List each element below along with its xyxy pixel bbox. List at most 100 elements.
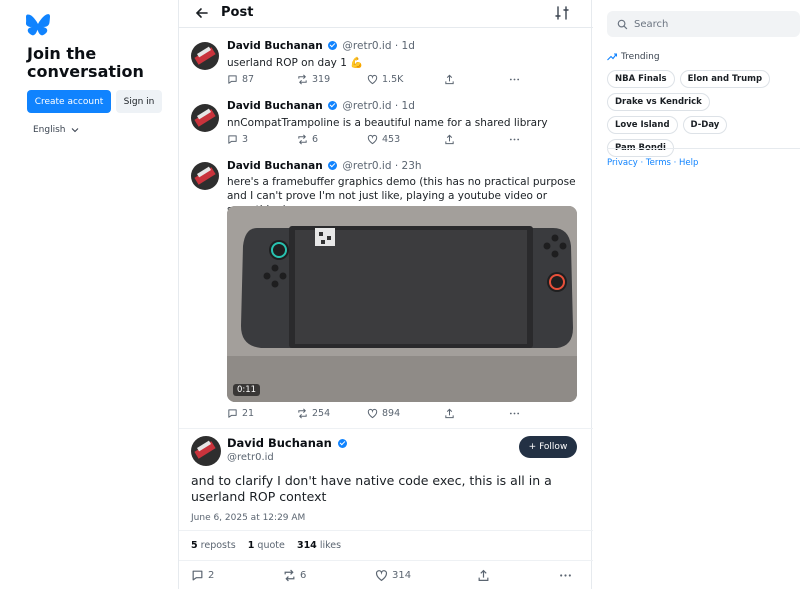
- butterfly-logo-icon[interactable]: [26, 14, 50, 36]
- trending-chip[interactable]: NBA Finals: [607, 70, 675, 88]
- repost-count: 6: [312, 134, 319, 145]
- repost-button[interactable]: 319: [297, 74, 330, 85]
- search-box[interactable]: Search: [607, 11, 800, 37]
- post-header: David Buchanan @retr0.id · 23h: [227, 160, 422, 172]
- verified-icon: [328, 161, 338, 170]
- post-time: · 23h: [394, 160, 422, 172]
- terms-link[interactable]: Terms: [646, 158, 671, 168]
- trending-header: Trending: [607, 52, 660, 62]
- video-duration: 0:11: [233, 384, 261, 396]
- trending-chip[interactable]: Love Island: [607, 116, 678, 134]
- trending-chip[interactable]: Elon and Trump: [679, 70, 771, 88]
- reply-button[interactable]: 3: [227, 134, 248, 145]
- repost-button[interactable]: 254: [297, 408, 330, 419]
- reply-post-2[interactable]: David Buchanan @retr0.id · 1d nnCompatTr…: [179, 92, 593, 152]
- trending-list: NBA Finals Elon and Trump Drake vs Kendr…: [607, 70, 777, 157]
- repost-count: 319: [312, 74, 331, 85]
- avatar[interactable]: [191, 162, 219, 190]
- like-button[interactable]: 453: [367, 134, 400, 145]
- more-button[interactable]: [509, 408, 520, 419]
- like-count: 453: [382, 134, 401, 145]
- reply-icon: [228, 409, 237, 418]
- author-handle[interactable]: @retr0.id: [342, 40, 391, 52]
- reply-post-1[interactable]: David Buchanan @retr0.id · 1d userland R…: [179, 28, 593, 92]
- avatar[interactable]: [191, 104, 219, 132]
- video-player[interactable]: 0:11: [227, 206, 577, 402]
- like-icon: [367, 75, 378, 85]
- trending-chip[interactable]: Drake vs Kendrick: [607, 93, 710, 111]
- page-title: Post: [221, 5, 254, 20]
- main-post-actions: 2 6 314: [191, 569, 581, 583]
- post-header: David Buchanan @retr0.id · 1d: [227, 40, 415, 52]
- back-arrow-icon[interactable]: [194, 5, 210, 21]
- more-button[interactable]: [559, 569, 572, 582]
- search-input[interactable]: Search: [634, 19, 668, 30]
- more-icon: [509, 412, 520, 415]
- post-actions: 87 319 1.5K: [227, 74, 527, 88]
- privacy-link[interactable]: Privacy: [607, 158, 638, 168]
- repost-button[interactable]: 6: [297, 134, 318, 145]
- thread-column: Post David Buchanan @retr0.id · 1d userl…: [178, 0, 593, 589]
- post-text: nnCompatTrampoline is a beautiful name f…: [227, 117, 548, 129]
- divider: [179, 560, 593, 561]
- create-account-button[interactable]: Create account: [27, 90, 111, 113]
- repost-count: 254: [312, 408, 331, 419]
- filter-icon[interactable]: [554, 5, 570, 21]
- repost-button[interactable]: 6: [283, 569, 306, 582]
- main-author-name[interactable]: David Buchanan: [227, 436, 349, 450]
- like-icon: [376, 570, 387, 582]
- author-name[interactable]: David Buchanan: [227, 160, 323, 172]
- repost-icon: [298, 408, 307, 419]
- divider: [607, 148, 800, 149]
- footer-links: Privacy · Terms · Help: [607, 158, 699, 168]
- reply-icon: [228, 135, 237, 144]
- share-icon: [445, 408, 454, 419]
- language-select[interactable]: English: [33, 125, 79, 135]
- share-button[interactable]: [444, 408, 455, 419]
- more-button[interactable]: [509, 74, 520, 85]
- main-author-name-text: David Buchanan: [227, 436, 332, 450]
- main-author-handle[interactable]: @retr0.id: [227, 452, 274, 463]
- help-link[interactable]: Help: [679, 158, 698, 168]
- avatar[interactable]: [191, 42, 219, 70]
- follow-button[interactable]: + Follow: [519, 436, 577, 458]
- like-button[interactable]: 314: [375, 569, 411, 582]
- chevron-down-icon: [71, 128, 78, 133]
- share-button[interactable]: [477, 569, 490, 582]
- reply-button[interactable]: 2: [191, 569, 214, 582]
- reposts-stat[interactable]: 5 reposts: [191, 540, 236, 551]
- author-handle[interactable]: @retr0.id: [342, 160, 391, 172]
- like-button[interactable]: 1.5K: [367, 74, 403, 85]
- share-button[interactable]: [444, 134, 455, 145]
- repost-icon: [284, 569, 295, 582]
- divider: [179, 428, 593, 429]
- share-button[interactable]: [444, 74, 455, 85]
- trending-chip[interactable]: D-Day: [682, 116, 728, 134]
- more-icon: [560, 574, 571, 577]
- like-count: 894: [382, 408, 401, 419]
- reply-button[interactable]: 87: [227, 74, 254, 85]
- verified-icon: [328, 41, 338, 50]
- quotes-stat[interactable]: 1 quote: [248, 540, 285, 551]
- post-actions: 21 254 894: [227, 408, 527, 422]
- verified-icon: [328, 101, 338, 110]
- main-avatar[interactable]: [191, 436, 221, 466]
- search-icon: [617, 19, 628, 29]
- reply-icon: [192, 570, 203, 581]
- author-name[interactable]: David Buchanan: [227, 40, 323, 52]
- reply-count: 21: [242, 408, 255, 419]
- like-count: 1.5K: [382, 74, 404, 85]
- post-text: userland ROP on day 1 💪: [227, 57, 364, 69]
- main-post-text: and to clarify I don't have native code …: [191, 473, 552, 504]
- like-button[interactable]: 894: [367, 408, 400, 419]
- author-handle[interactable]: @retr0.id: [342, 100, 391, 112]
- reply-count: 2: [208, 570, 215, 581]
- reply-count: 87: [242, 74, 255, 85]
- more-button[interactable]: [509, 134, 520, 145]
- author-name[interactable]: David Buchanan: [227, 100, 323, 112]
- reply-button[interactable]: 21: [227, 408, 254, 419]
- divider: [179, 530, 593, 531]
- likes-stat[interactable]: 314 likes: [297, 540, 341, 551]
- trending-label: Trending: [621, 52, 660, 62]
- sign-in-button[interactable]: Sign in: [116, 90, 162, 113]
